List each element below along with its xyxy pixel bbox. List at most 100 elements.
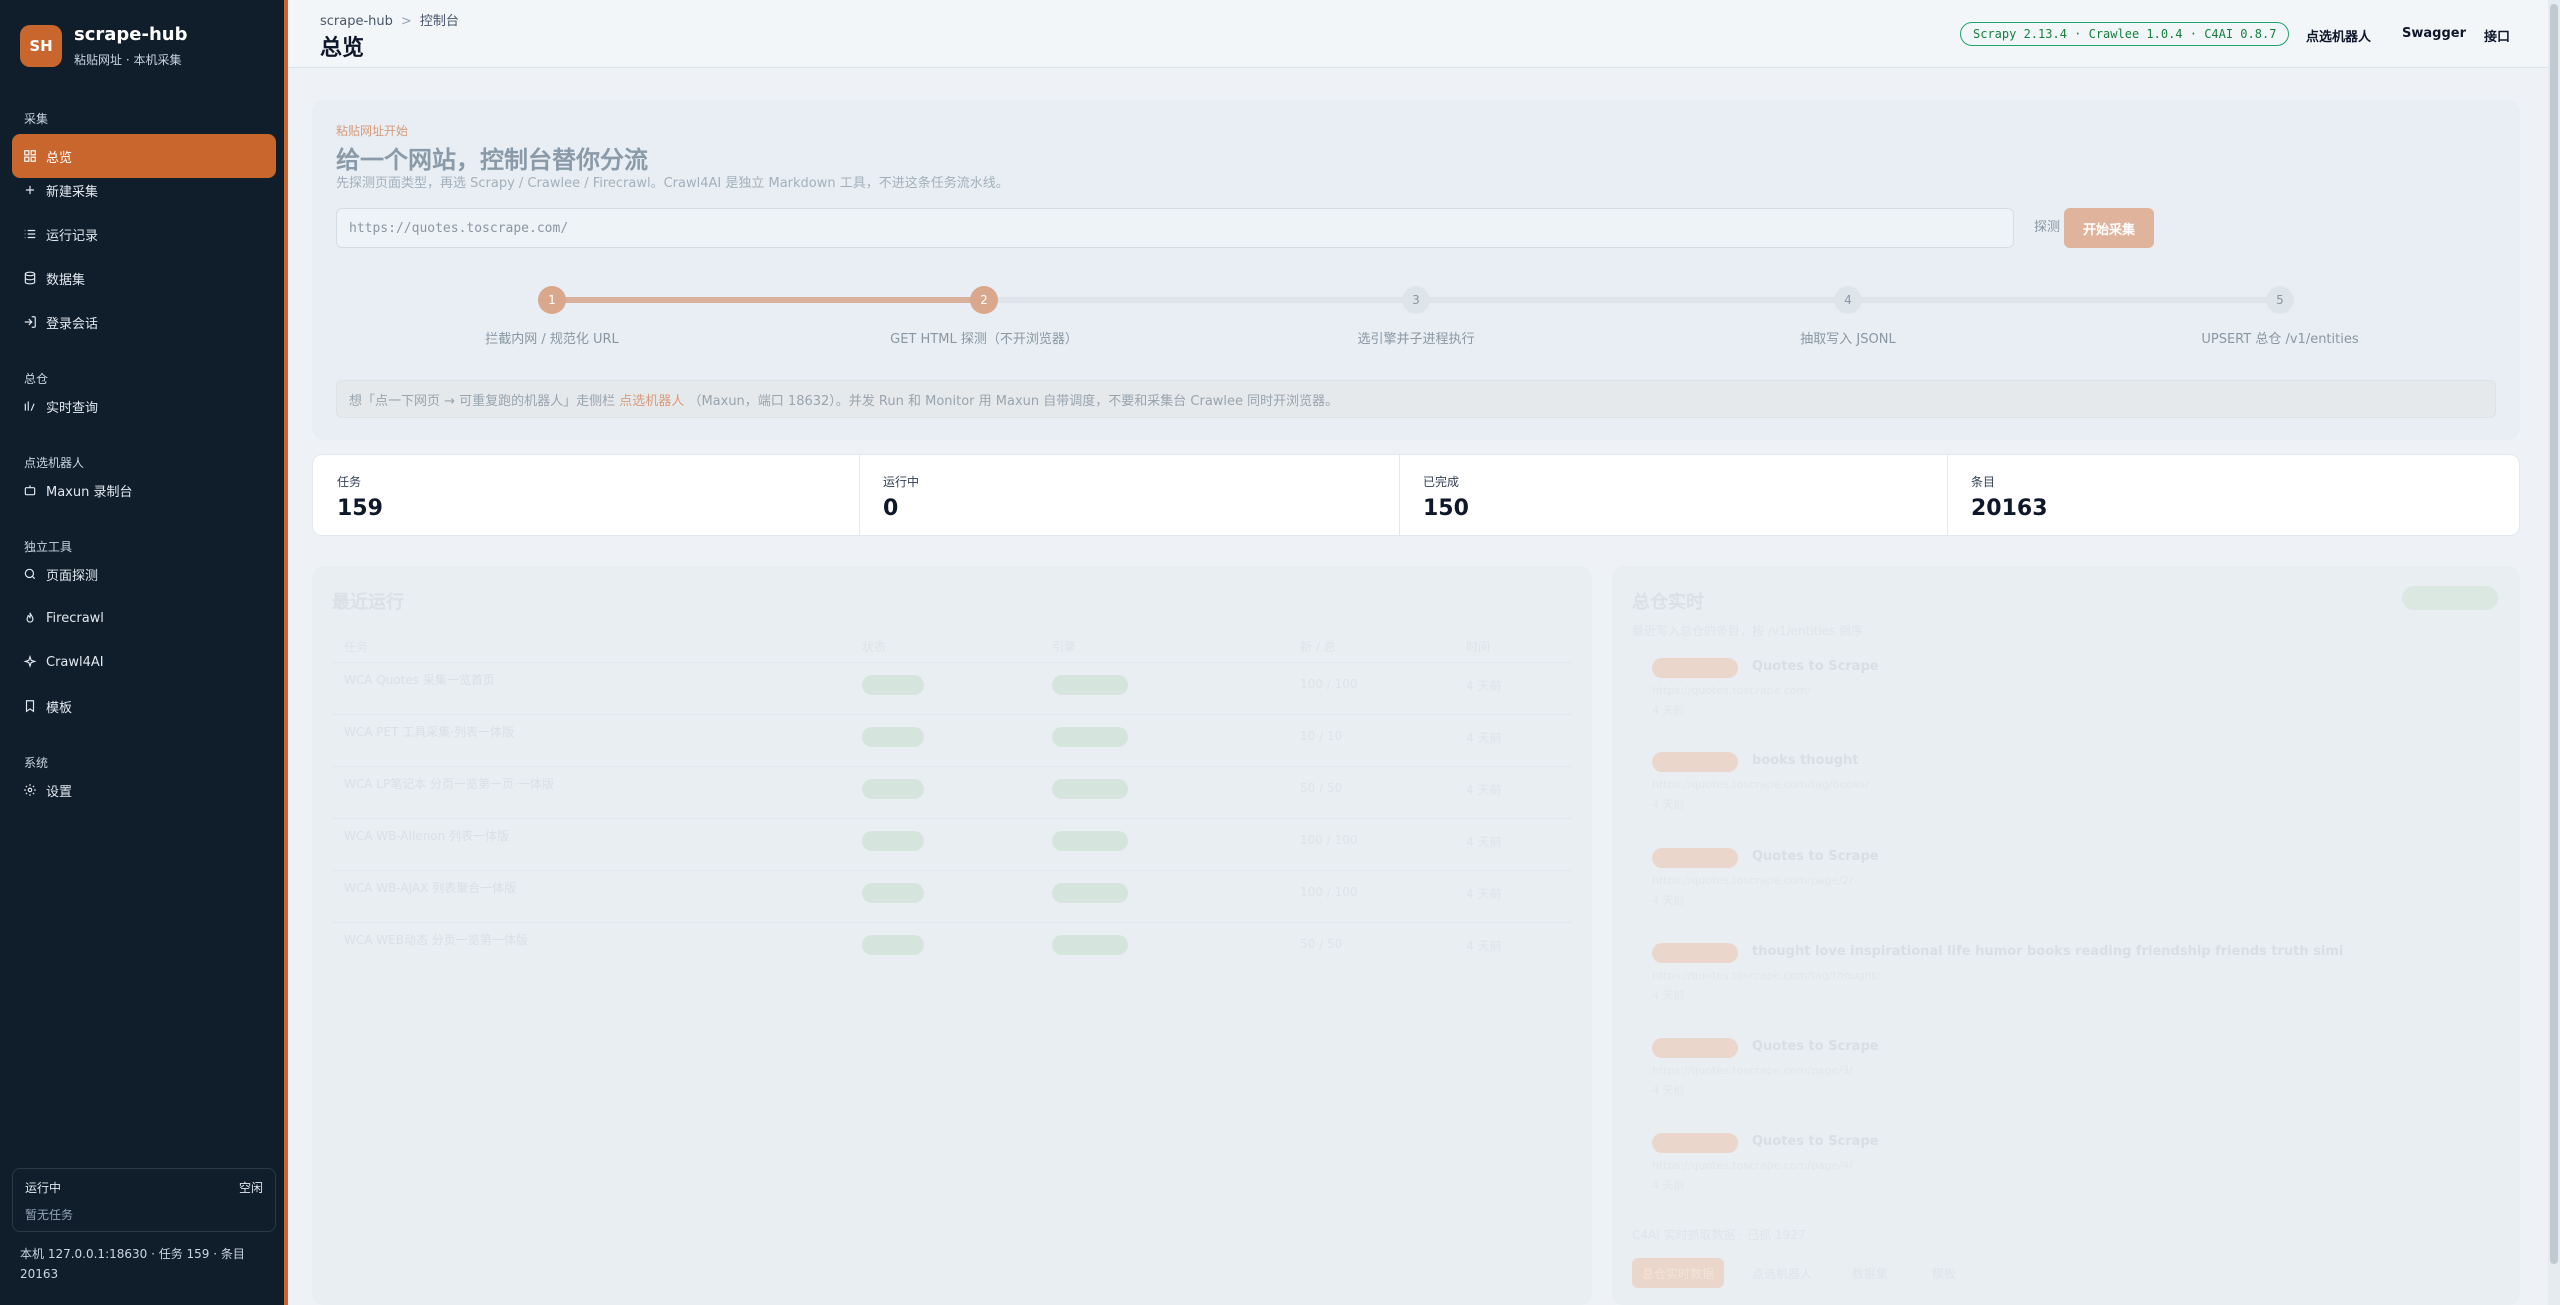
nav-section-warehouse: 总仓 <box>24 372 49 386</box>
run-count: 100 / 100 <box>1300 833 1358 847</box>
stat-value: 150 <box>1423 496 1469 521</box>
entity-title: Quotes to Scrape <box>1752 659 1879 674</box>
sidebar-item-settings[interactable]: 设置 <box>12 770 276 810</box>
stats-icon <box>22 398 38 414</box>
sidebar-item-probe[interactable]: 页面探测 <box>12 554 276 594</box>
table-row[interactable]: WCA WB-Allenon 列表一体版 100 / 100 4 天前 <box>332 818 1572 864</box>
status-badge <box>862 883 924 903</box>
stat-label: 条目 <box>1971 475 1996 489</box>
search-icon <box>22 566 38 582</box>
list-item[interactable]: Quotes to Scrape https://quotes.toscrape… <box>1632 840 2502 924</box>
url-input[interactable]: https://quotes.toscrape.com/ <box>336 208 2014 248</box>
step-4-dot: 4 <box>1834 286 1862 314</box>
run-task: WCA WEB动态 分页一览第一体版 <box>344 933 528 947</box>
sidebar-item-templates[interactable]: 模板 <box>12 686 276 726</box>
table-row[interactable]: WCA LP笔记本 分页一览第一页·一体版 50 / 50 4 天前 <box>332 766 1572 812</box>
status-badge <box>862 935 924 955</box>
start-collect-button[interactable]: 开始采集 <box>2064 208 2154 248</box>
sidebar: SH scrape-hub 粘贴网址 · 本机采集 采集 总览 新建采集 运行记… <box>0 0 284 1305</box>
warehouse-live-panel: 总仓实时 最近写入总仓的条目，按 /v1/entities 倒序 Quotes … <box>1612 566 2520 1305</box>
nav-section-system: 系统 <box>24 756 49 770</box>
col-task: 任务 <box>344 640 369 654</box>
run-time: 4 天前 <box>1466 939 1502 953</box>
page-title: 总览 <box>320 36 365 61</box>
entity-tag <box>1652 943 1738 963</box>
top-link-robot[interactable]: 点选机器人 <box>2306 26 2371 45</box>
step-3-dot: 3 <box>1402 286 1430 314</box>
entity-tag <box>1652 752 1738 772</box>
entity-title: books thought <box>1752 753 1859 768</box>
entity-url: https://quotes.toscrape.com/tag/books/ <box>1652 778 1869 791</box>
top-link-api[interactable]: 接口 <box>2484 26 2510 45</box>
engine-badge <box>1052 883 1128 903</box>
engine-badge <box>1052 779 1128 799</box>
list-item[interactable]: thought love inspirational life humor bo… <box>1632 935 2502 1019</box>
engine-badge <box>1052 935 1128 955</box>
foot-tab-robot[interactable]: 点选机器人 <box>1752 1258 1812 1288</box>
sidebar-item-label: Firecrawl <box>46 610 104 626</box>
engine-badge <box>1052 831 1128 851</box>
sparkle-icon <box>22 654 38 670</box>
database-icon <box>22 270 38 286</box>
warehouse-foot-note: C4AI 实时抓取数据 · 已抓 1927 <box>1632 1228 1806 1242</box>
stat-value: 0 <box>883 496 899 521</box>
sidebar-item-label: 设置 <box>46 784 73 800</box>
run-time: 4 天前 <box>1466 679 1502 693</box>
hint-text-pre: 想「点一下网页 → 可重复跑的机器人」走侧栏 <box>349 393 620 409</box>
hint-robot-link[interactable]: 点选机器人 <box>619 390 684 409</box>
sidebar-item-maxun[interactable]: Maxun 录制台 <box>12 470 276 510</box>
foot-tab-datasets[interactable]: 数据集 <box>1852 1258 1888 1288</box>
running-empty: 暂无任务 <box>25 1208 74 1222</box>
steps-progress <box>552 297 984 303</box>
sidebar-item-datasets[interactable]: 数据集 <box>12 258 276 298</box>
login-icon <box>22 314 38 330</box>
entity-title: thought love inspirational life humor bo… <box>1752 944 2344 959</box>
sidebar-item-firecrawl[interactable]: Firecrawl <box>12 598 276 638</box>
flame-icon <box>22 610 38 626</box>
recent-runs-panel: 最近运行 任务 状态 引擎 新 / 总 时间 WCA Quotes 采集一览首页… <box>312 566 1592 1305</box>
status-badge <box>862 727 924 747</box>
list-item[interactable]: books thought https://quotes.toscrape.co… <box>1632 744 2502 828</box>
breadcrumb-current: 控制台 <box>419 14 459 29</box>
stat-completed: 已完成 150 <box>1399 455 1469 537</box>
dashboard-icon <box>22 148 38 164</box>
hero-card: 粘贴网址开始 给一个网站，控制台替你分流 先探测页面类型，再选 Scrapy /… <box>312 100 2520 440</box>
hero-title: 给一个网站，控制台替你分流 <box>336 146 648 174</box>
list-item[interactable]: Quotes to Scrape https://quotes.toscrape… <box>1632 1030 2502 1114</box>
table-row[interactable]: WCA WEB动态 分页一览第一体版 50 / 50 4 天前 <box>332 922 1572 968</box>
hero-kicker: 粘贴网址开始 <box>336 124 409 138</box>
table-row[interactable]: WCA PET 工具采集·列表一体版 10 / 10 4 天前 <box>332 714 1572 760</box>
status-badge <box>862 675 924 695</box>
breadcrumb-root[interactable]: scrape-hub <box>320 14 393 29</box>
step-3-label: 选引擎并子进程执行 <box>1357 332 1475 347</box>
gear-icon <box>22 782 38 798</box>
sidebar-item-label: 模板 <box>46 700 73 716</box>
stat-value: 20163 <box>1971 496 2048 521</box>
entity-title: Quotes to Scrape <box>1752 1134 1879 1149</box>
col-status: 状态 <box>862 640 887 654</box>
warehouse-live-description: 最近写入总仓的条目，按 /v1/entities 倒序 <box>1632 624 1864 638</box>
list-item[interactable]: Quotes to Scrape https://quotes.toscrape… <box>1632 1125 2502 1209</box>
entity-time: 4 天前 <box>1652 1179 1685 1192</box>
step-5-label: UPSERT 总仓 /v1/entities <box>2201 332 2359 347</box>
engine-badge <box>1052 675 1128 695</box>
sidebar-item-crawl4ai[interactable]: Crawl4AI <box>12 642 276 682</box>
probe-button[interactable]: 探测 <box>2034 216 2060 235</box>
foot-tab-templates[interactable]: 模板 <box>1932 1258 1956 1288</box>
sidebar-item-new-collect[interactable]: 新建采集 <box>12 170 276 210</box>
sidebar-item-live-query[interactable]: 实时查询 <box>12 386 276 426</box>
page-scrollbar-thumb[interactable] <box>2550 4 2558 1264</box>
list-item[interactable]: Quotes to Scrape https://quotes.toscrape… <box>1632 650 2502 734</box>
brand-logo: SH <box>20 25 62 67</box>
stat-label: 任务 <box>337 475 362 489</box>
brand[interactable]: SH scrape-hub 粘贴网址 · 本机采集 <box>20 24 187 68</box>
foot-tab-live[interactable]: 总仓实时数据 <box>1632 1258 1725 1288</box>
sidebar-item-sessions[interactable]: 登录会话 <box>12 302 276 342</box>
sidebar-item-label: 总览 <box>46 150 73 166</box>
sidebar-item-runs[interactable]: 运行记录 <box>12 214 276 254</box>
top-link-swagger[interactable]: Swagger <box>2402 26 2466 41</box>
table-row[interactable]: WCA Quotes 采集一览首页 100 / 100 4 天前 <box>332 662 1572 708</box>
table-row[interactable]: WCA WB-AJAX 列表聚合一体版 100 / 100 4 天前 <box>332 870 1572 916</box>
step-1-label: 拦截内网 / 规范化 URL <box>485 332 619 347</box>
entity-tag <box>1652 848 1738 868</box>
